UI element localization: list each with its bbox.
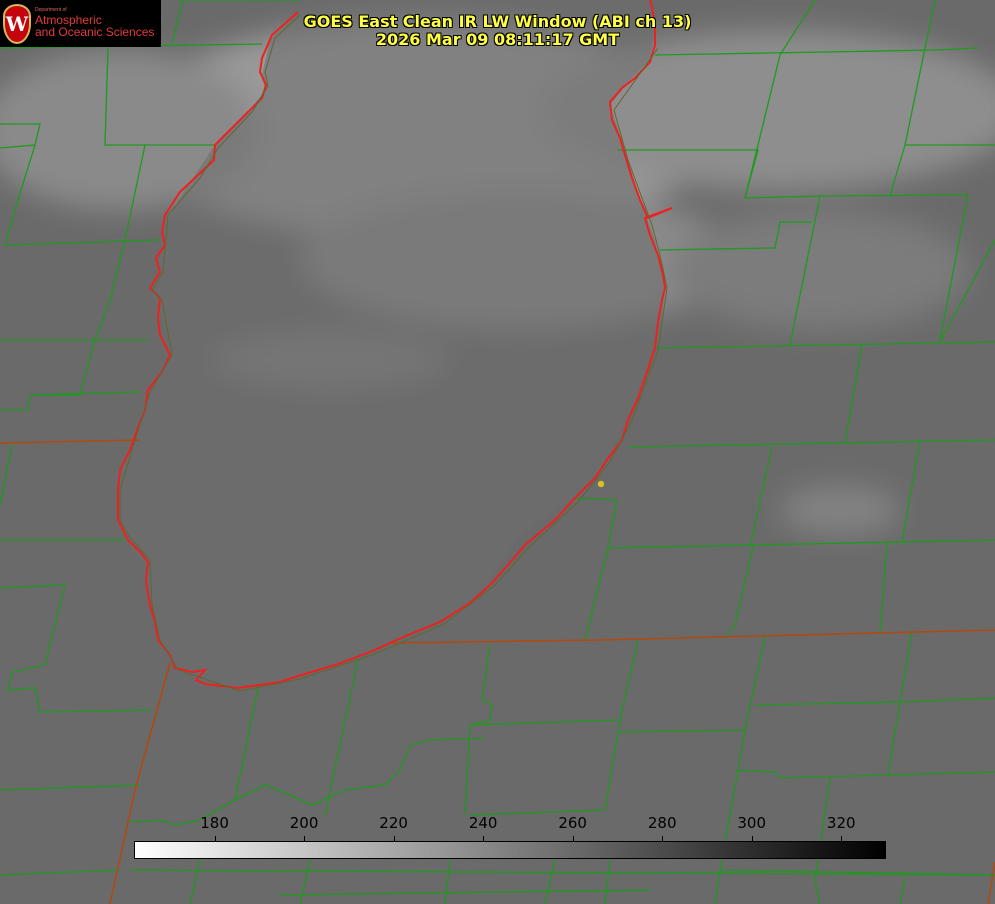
- colorbar-tick-mark: [304, 836, 306, 842]
- colorbar-tick-label: 240: [468, 814, 498, 832]
- location-marker: [597, 480, 605, 488]
- colorbar-tick-label: 260: [558, 814, 587, 832]
- colorbar-tick-mark: [662, 836, 664, 842]
- colorbar-tick-label: 300: [737, 814, 767, 832]
- colorbar-tick-label: 280: [647, 814, 677, 832]
- image-timestamp: 2026 Mar 09 08:11:17 GMT: [375, 30, 620, 49]
- colorbar-tick-label: 200: [289, 814, 319, 832]
- colorbar-tick-label: 180: [200, 814, 229, 832]
- colorbar-tick-label: 220: [379, 814, 408, 832]
- colorbar-tick-label: 320: [826, 814, 856, 832]
- temperature-colorbar: [134, 841, 886, 859]
- colorbar-tick-mark: [393, 836, 395, 842]
- colorbar-tick-mark: [483, 836, 485, 842]
- colorbar-tick-mark: [572, 836, 574, 842]
- colorbar-tick-mark: [751, 836, 753, 842]
- colorbar-tick-mark: [841, 836, 843, 842]
- colorbar-tick-mark: [214, 836, 216, 842]
- image-title: GOES East Clean IR LW Window (ABI ch 13): [303, 12, 692, 31]
- satellite-map: [0, 0, 995, 904]
